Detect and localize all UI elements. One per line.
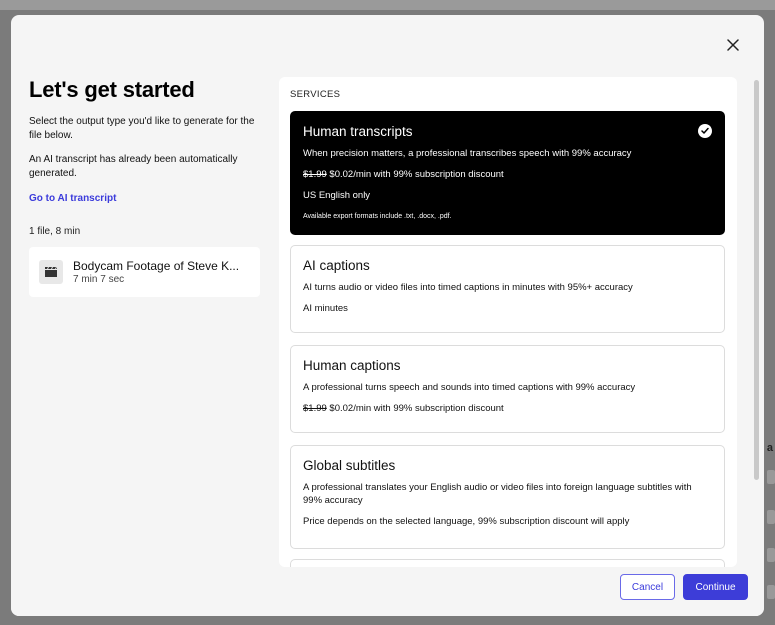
file-name: Bodycam Footage of Steve K... (73, 259, 240, 273)
service-title: Human captions (303, 358, 401, 373)
cancel-button[interactable]: Cancel (620, 574, 675, 600)
service-description: A professional turns speech and sounds i… (303, 382, 636, 393)
file-duration: 7 min 7 sec (73, 274, 125, 285)
continue-button[interactable]: Continue (683, 574, 748, 600)
old-price: $1.99 (303, 403, 327, 414)
close-icon (727, 38, 739, 56)
service-price: $1.99 $0.02/min with 99% subscription di… (303, 402, 712, 415)
service-description: When precision matters, a professional t… (303, 148, 632, 159)
price-text: $0.02/min with 99% subscription discount (329, 169, 504, 180)
background-tab (767, 548, 775, 562)
service-note: Available export formats include .txt, .… (303, 213, 452, 220)
description-output-type: Select the output type you'd like to gen… (29, 116, 255, 141)
services-heading: SERVICES (290, 89, 341, 100)
service-title: AI captions (303, 258, 370, 273)
get-started-modal: Let's get started Select the output type… (11, 15, 764, 616)
files-summary: 1 file, 8 min (29, 226, 81, 237)
service-extra: US English only (303, 190, 371, 201)
page-title: Let's get started (29, 77, 195, 102)
background-strip (0, 0, 775, 10)
background-tab (767, 585, 775, 599)
file-card: Bodycam Footage of Steve K... 7 min 7 se… (29, 247, 260, 297)
service-price: $1.99 $0.02/min with 99% subscription di… (303, 168, 712, 181)
service-card-human-transcripts[interactable]: Human transcripts When precision matters… (290, 111, 725, 235)
service-title: Global subtitles (303, 458, 396, 473)
service-title: Human transcripts (303, 124, 413, 139)
service-card-ai-captions[interactable]: AI captions AI turns audio or video file… (290, 245, 725, 333)
background-tab (767, 510, 775, 524)
service-extra: AI minutes (303, 303, 348, 314)
film-icon (39, 260, 63, 284)
service-description: A professional translates your English a… (303, 482, 692, 506)
services-panel: SERVICES Human transcripts When precisio… (279, 77, 737, 567)
check-circle-icon (698, 124, 712, 138)
old-price: $1.99 (303, 169, 327, 180)
service-extra: Price depends on the selected language, … (303, 516, 630, 527)
close-button[interactable] (723, 37, 743, 57)
service-card-human-captions[interactable]: Human captions A professional turns spee… (290, 345, 725, 433)
service-card-global-subtitles[interactable]: Global subtitles A professional translat… (290, 445, 725, 549)
background-text: a (766, 442, 773, 454)
price-text: $0.02/min with 99% subscription discount (329, 403, 504, 414)
background-tab (767, 470, 775, 484)
scrollbar[interactable] (754, 80, 759, 480)
left-column: Let's get started Select the output type… (29, 77, 264, 297)
go-to-ai-transcript-link[interactable]: Go to AI transcript (29, 193, 264, 204)
description-ai-transcript: An AI transcript has already been automa… (29, 154, 238, 179)
service-card-partial[interactable] (290, 559, 725, 567)
service-description: AI turns audio or video files into timed… (303, 282, 633, 293)
